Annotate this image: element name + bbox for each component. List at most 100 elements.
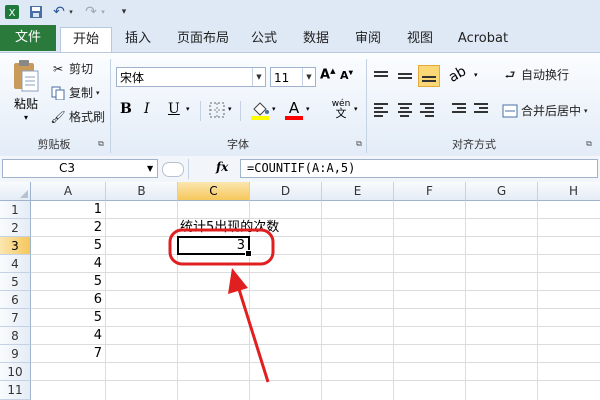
save-icon[interactable] [27, 3, 45, 21]
font-name-combo[interactable]: 宋体 ▼ [116, 67, 266, 87]
tab-data[interactable]: 数据 [296, 27, 336, 51]
redo-dropdown-icon[interactable]: ▾ [98, 3, 108, 21]
cell-a6[interactable]: 6 [31, 291, 102, 309]
merge-center-button[interactable]: 合并后居中 ▾ [502, 101, 588, 121]
row-header-2[interactable]: 2 [0, 219, 31, 237]
italic-button[interactable]: I [144, 101, 160, 121]
gridline [31, 308, 600, 309]
decrease-indent-button[interactable] [452, 101, 468, 119]
cell-a2[interactable]: 2 [31, 219, 102, 237]
align-left-button[interactable] [374, 101, 390, 119]
phonetic-dropdown-icon[interactable]: ▾ [354, 105, 358, 113]
wrap-text-icon: ⮐ [504, 68, 516, 82]
row-header-10[interactable]: 10 [0, 363, 31, 381]
column-header-d[interactable]: D [250, 182, 322, 201]
cell-a5[interactable]: 5 [31, 273, 102, 291]
row-header-11[interactable]: 11 [0, 381, 31, 400]
orientation-dropdown-icon[interactable]: ▾ [474, 71, 478, 79]
insert-function-button[interactable]: fx [216, 160, 228, 174]
tab-review[interactable]: 审阅 [348, 27, 388, 51]
alignment-launcher-icon[interactable]: ⧉ [584, 139, 594, 149]
merge-icon [502, 103, 518, 119]
top-align-button[interactable] [374, 69, 390, 83]
font-launcher-icon[interactable]: ⧉ [354, 139, 364, 149]
align-right-button[interactable] [420, 101, 436, 119]
row-header-4[interactable]: 4 [0, 255, 31, 273]
tab-file[interactable]: 文件 [0, 25, 56, 51]
bottom-align-button[interactable] [418, 65, 440, 87]
border-icon [209, 102, 225, 118]
row-header-1[interactable]: 1 [0, 201, 31, 219]
align-center-button[interactable] [398, 101, 414, 119]
formula-bar-splitter[interactable] [162, 162, 184, 177]
merge-dropdown-icon: ▾ [584, 107, 588, 115]
tab-home[interactable]: 开始 [60, 27, 112, 52]
ribbon-home: 粘贴 ▾ ✂ 剪切 复制 ▾ 🖌 格式刷 剪贴板 ⧉ 宋体 ▼ 11 ▼ A▲ … [0, 52, 600, 157]
wrap-text-button[interactable]: ⮐ 自动换行 [502, 65, 569, 85]
middle-align-button[interactable] [398, 71, 414, 85]
cut-button[interactable]: ✂ 剪切 [50, 59, 93, 79]
borders-button[interactable] [208, 101, 226, 119]
column-header-e[interactable]: E [322, 182, 394, 201]
column-header-g[interactable]: G [466, 182, 538, 201]
fill-color-button[interactable] [250, 99, 270, 121]
underline-dropdown-icon[interactable]: ▾ [186, 105, 190, 113]
row-header-8[interactable]: 8 [0, 327, 31, 345]
underline-button[interactable]: U [168, 101, 184, 121]
tab-insert[interactable]: 插入 [116, 27, 160, 51]
clipboard-launcher-icon[interactable]: ⧉ [96, 139, 106, 149]
formula-input[interactable]: =COUNTIF(A:A,5) [240, 159, 598, 178]
font-separator [200, 101, 201, 121]
increase-indent-button[interactable] [474, 101, 490, 119]
cell-a9[interactable]: 7 [31, 345, 102, 363]
tab-formulas[interactable]: 公式 [244, 27, 284, 51]
cell-a3[interactable]: 5 [31, 237, 102, 255]
gridline [105, 201, 106, 400]
column-header-f[interactable]: F [394, 182, 466, 201]
row-header-7[interactable]: 7 [0, 309, 31, 327]
fill-dropdown-icon[interactable]: ▾ [272, 105, 276, 113]
cell-a8[interactable]: 4 [31, 327, 102, 345]
format-painter-button[interactable]: 🖌 格式刷 [50, 107, 105, 127]
copy-label: 复制 [69, 86, 94, 100]
formula-separator [188, 159, 189, 179]
tab-acrobat[interactable]: Acrobat [452, 27, 514, 51]
paste-button[interactable]: 粘贴 ▾ [6, 57, 46, 133]
row-header-6[interactable]: 6 [0, 291, 31, 309]
font-size-dropdown-icon[interactable]: ▼ [302, 68, 315, 86]
column-header-b[interactable]: B [106, 182, 178, 201]
grow-font-icon: A [320, 67, 331, 83]
phonetic-button[interactable]: wén 文 [328, 99, 354, 121]
undo-dropdown-icon[interactable]: ▾ [66, 3, 76, 21]
borders-dropdown-icon[interactable]: ▾ [228, 105, 232, 113]
select-all-button[interactable] [0, 182, 31, 201]
column-header-c[interactable]: C [178, 182, 250, 201]
name-box-dropdown-icon[interactable]: ▼ [147, 160, 153, 177]
orientation-button[interactable]: ab [446, 61, 476, 91]
alignment-group-label: 对齐方式 [452, 138, 496, 151]
cell-a4[interactable]: 4 [31, 255, 102, 273]
row-header-5[interactable]: 5 [0, 273, 31, 291]
tab-page-layout[interactable]: 页面布局 [168, 27, 238, 51]
font-color-button[interactable]: A [284, 99, 304, 121]
font-name-dropdown-icon[interactable]: ▼ [252, 68, 265, 86]
row-header-9[interactable]: 9 [0, 345, 31, 363]
font-color-dropdown-icon[interactable]: ▾ [306, 105, 310, 113]
name-box[interactable]: C3 ▼ [2, 159, 158, 178]
grow-font-button[interactable]: A▲ [320, 67, 336, 87]
tab-view[interactable]: 视图 [400, 27, 440, 51]
worksheet-grid[interactable]: A B C D E F G H 1 2 3 4 5 6 7 8 9 10 11 … [0, 182, 600, 400]
column-header-a[interactable]: A [31, 182, 106, 201]
cell-a1[interactable]: 1 [31, 201, 102, 219]
scissors-icon: ✂ [52, 62, 64, 76]
copy-button[interactable]: 复制 ▾ [50, 83, 100, 103]
shrink-font-button[interactable]: A▼ [340, 69, 356, 89]
bold-button[interactable]: B [120, 101, 136, 121]
gridline [393, 201, 394, 400]
customize-icon[interactable]: ▾ [115, 3, 133, 21]
cell-a7[interactable]: 5 [31, 309, 102, 327]
ribbon-tabs: 文件 开始 插入 页面布局 公式 数据 审阅 视图 Acrobat [0, 24, 600, 52]
font-size-combo[interactable]: 11 ▼ [270, 67, 316, 87]
row-header-3[interactable]: 3 [0, 237, 31, 255]
column-header-h[interactable]: H [538, 182, 600, 201]
